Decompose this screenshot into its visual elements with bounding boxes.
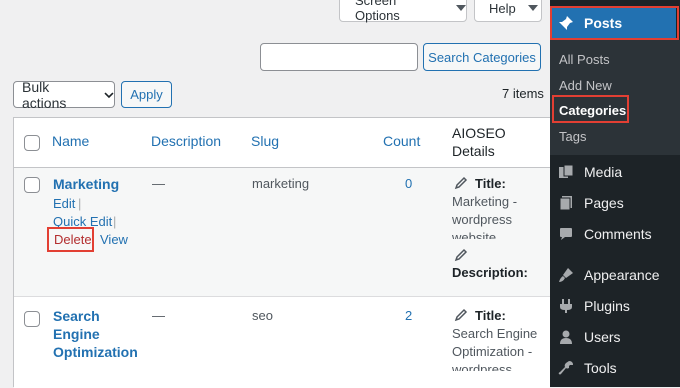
help-label: Help <box>489 0 516 16</box>
column-aioseo-header: AIOSEO Details <box>452 124 506 160</box>
column-description-header[interactable]: Description <box>151 133 221 149</box>
slug-value: marketing <box>252 176 310 191</box>
column-count-link[interactable]: Count <box>383 133 420 149</box>
submenu-add-new[interactable]: Add New <box>559 78 612 93</box>
sidebar-item-label: Plugins <box>584 298 630 314</box>
aioseo-header-line2: Details <box>452 143 495 159</box>
category-name-line: Search <box>53 308 100 324</box>
count-link[interactable]: 2 <box>405 308 412 323</box>
bulk-actions-select[interactable]: Bulk actions <box>13 78 115 111</box>
view-link[interactable]: View <box>100 232 128 247</box>
sidebar-item-plugins[interactable]: Plugins <box>550 294 680 318</box>
tools-icon <box>556 358 576 378</box>
sidebar-item-label: Appearance <box>584 267 660 283</box>
category-name-link[interactable]: Search Engine Optimization <box>53 307 138 361</box>
sidebar-item-label: Users <box>584 329 621 345</box>
plugins-icon <box>556 296 576 316</box>
description-value: — <box>152 176 165 191</box>
chevron-down-icon <box>527 5 538 11</box>
chevron-down-icon <box>456 5 466 11</box>
seo-title-line: wordpress <box>452 212 512 227</box>
help-button[interactable]: Help <box>474 0 542 22</box>
comments-icon <box>556 224 576 244</box>
seo-title-line: wordpress <box>452 362 512 371</box>
seo-title-label: Title: <box>475 308 506 323</box>
categories-highlight <box>552 95 629 123</box>
screen-options-label: Screen Options <box>355 0 400 23</box>
pencil-icon <box>454 248 468 262</box>
sidebar-item-label: Media <box>584 164 623 180</box>
category-name-line: Optimization <box>53 344 138 360</box>
sidebar-item-label: Pages <box>584 195 624 211</box>
column-description-link[interactable]: Description <box>151 133 221 149</box>
pencil-icon <box>454 308 468 322</box>
delete-highlight <box>47 227 94 252</box>
seo-title-line: website <box>452 230 497 239</box>
table-row: Marketing — marketing 0 Edit | Quick Edi… <box>14 168 550 296</box>
users-icon <box>556 327 576 347</box>
count-link[interactable]: 0 <box>405 176 412 191</box>
screen-options-button[interactable]: Screen Options <box>339 0 467 23</box>
search-categories-button[interactable]: Search Categories <box>423 43 541 71</box>
bulk-actions-label: Bulk actions <box>22 78 67 111</box>
sidebar-item-appearance[interactable]: Appearance <box>550 263 680 287</box>
search-categories-label: Search Categories <box>428 49 536 65</box>
submenu-all-posts[interactable]: All Posts <box>559 52 610 67</box>
submenu-tags[interactable]: Tags <box>559 129 586 144</box>
categories-table: Name Description Slug Count AIOSEO Detai… <box>13 117 550 388</box>
column-name-header[interactable]: Name <box>52 133 89 149</box>
search-input[interactable] <box>260 43 418 71</box>
select-all-checkbox[interactable] <box>24 135 40 151</box>
description-value: — <box>152 308 165 323</box>
action-separator: | <box>113 214 117 229</box>
column-count-header[interactable]: Count <box>383 133 420 149</box>
action-separator: | <box>78 196 82 211</box>
slug-value: seo <box>252 308 273 323</box>
chevron-down-icon <box>104 91 114 98</box>
apply-button[interactable]: Apply <box>121 81 172 108</box>
items-count: 7 items <box>502 86 544 101</box>
seo-title-label: Title: <box>475 176 506 191</box>
admin-sidebar: Posts All Posts Add New Categories Tags … <box>550 0 680 387</box>
media-icon <box>556 162 576 182</box>
aioseo-header-line1: AIOSEO <box>452 125 506 141</box>
category-name-line: Engine <box>53 326 100 342</box>
sidebar-item-pages[interactable]: Pages <box>550 191 680 215</box>
posts-highlight <box>550 6 679 40</box>
sidebar-item-tools[interactable]: Tools <box>550 356 680 380</box>
sidebar-item-label: Tools <box>584 360 617 376</box>
apply-label: Apply <box>130 87 163 102</box>
seo-title-line: Optimization - <box>452 344 533 359</box>
column-name-link[interactable]: Name <box>52 133 89 149</box>
sidebar-item-label: Comments <box>584 226 652 242</box>
row-checkbox[interactable] <box>24 311 40 327</box>
category-name-link[interactable]: Marketing <box>53 176 119 192</box>
pages-icon <box>556 193 576 213</box>
edit-link[interactable]: Edit <box>53 196 75 211</box>
seo-title-line: Search Engine <box>452 326 538 341</box>
sidebar-item-media[interactable]: Media <box>550 160 680 184</box>
row-checkbox[interactable] <box>24 177 40 193</box>
column-slug-header[interactable]: Slug <box>251 133 279 149</box>
sidebar-item-users[interactable]: Users <box>550 325 680 349</box>
sidebar-item-comments[interactable]: Comments <box>550 222 680 246</box>
main-content: Screen Options Help Search Categories Bu… <box>0 0 550 388</box>
appearance-icon <box>556 265 576 285</box>
seo-title-line: Marketing - <box>452 194 518 209</box>
column-slug-link[interactable]: Slug <box>251 133 279 149</box>
seo-description-label: Description: <box>452 265 528 280</box>
table-row: Search Engine Optimization — seo 2 Title… <box>14 297 550 388</box>
pencil-icon <box>454 176 468 190</box>
